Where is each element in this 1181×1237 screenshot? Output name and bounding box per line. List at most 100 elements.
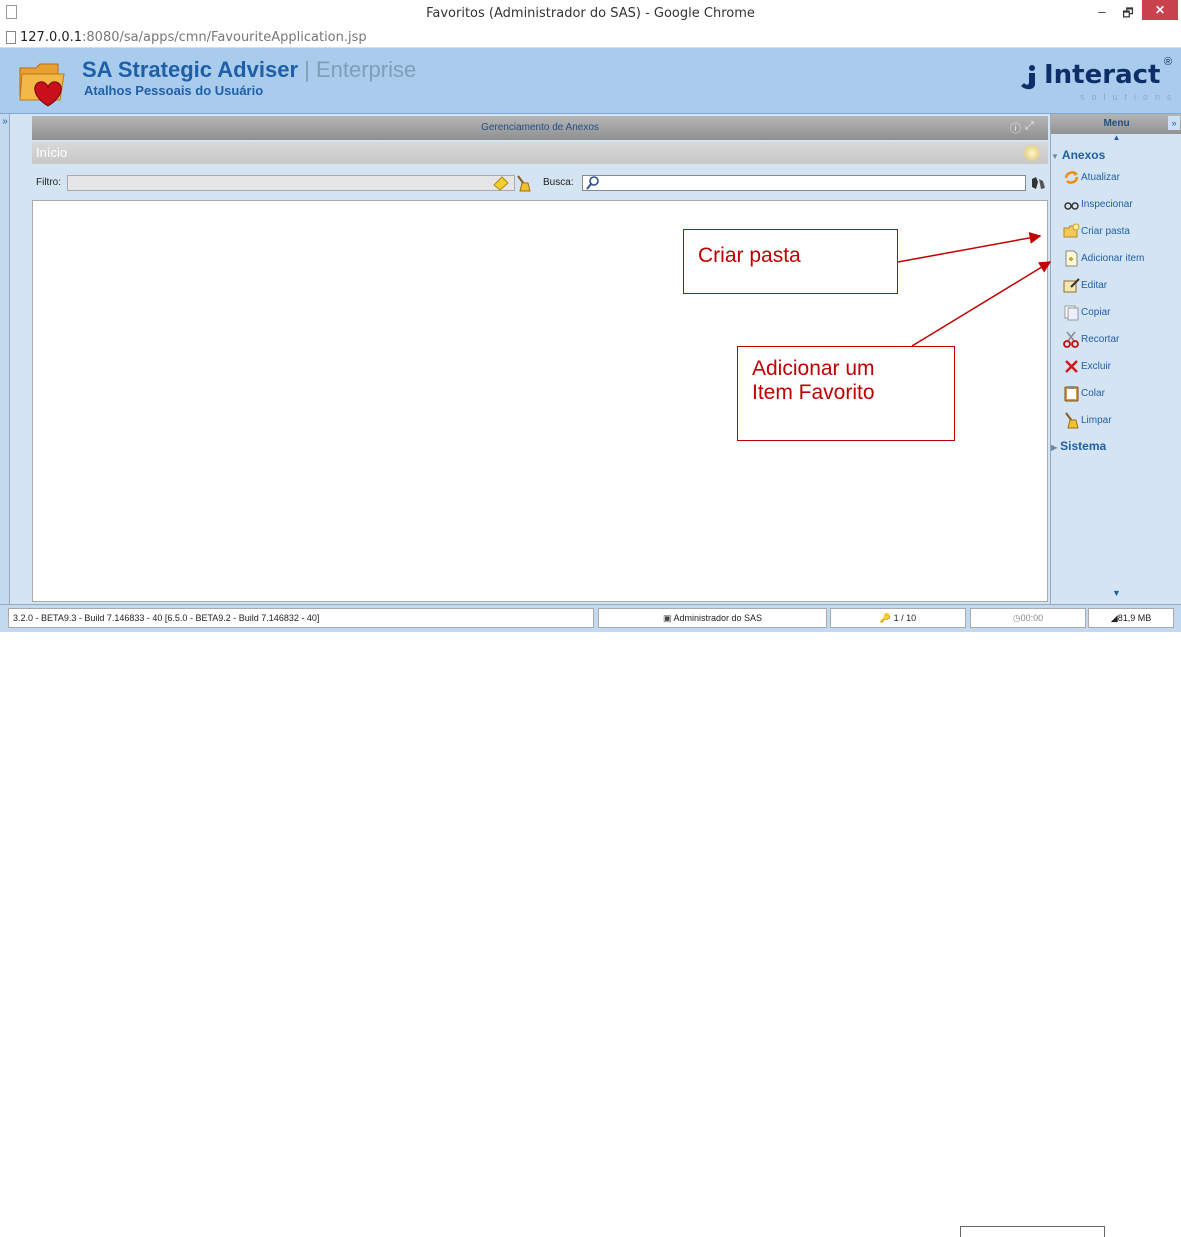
- menu-item-label: Excluir: [1081, 361, 1112, 372]
- url-host: 127.0.0.1: [20, 30, 83, 45]
- maximize-button[interactable]: 🗗: [1120, 4, 1136, 20]
- current-user[interactable]: ▣ Administrador do SAS: [598, 608, 827, 628]
- expand-left-panel-button[interactable]: »: [0, 116, 10, 128]
- menu-item-copiar[interactable]: Copiar: [1063, 302, 1173, 324]
- memory-usage: ◢81,9 MB: [1088, 608, 1174, 628]
- app-edition: Enterprise: [315, 57, 417, 82]
- popup-window-edge: [960, 1226, 1105, 1237]
- app-title: SA Strategic Adviser | Enterprise: [82, 57, 416, 83]
- search-label: Busca:: [543, 177, 574, 188]
- menu-item-label: Copiar: [1081, 307, 1111, 318]
- title-separator: |: [298, 57, 316, 82]
- menu-header: Menu »: [1051, 114, 1181, 134]
- copy-icon: [1064, 305, 1079, 321]
- menu-item-limpar[interactable]: Limpar: [1063, 410, 1173, 432]
- left-collapse-strip: »: [0, 114, 10, 604]
- filter-label: Filtro:: [36, 177, 61, 188]
- menu-item-label: Recortar: [1081, 334, 1120, 345]
- session-time: ◷00:00: [970, 608, 1086, 628]
- side-menu: Menu » ▲ ▼ Anexos Atualizar Inspecionar C…: [1050, 114, 1181, 604]
- session-count[interactable]: 🔑 1 / 10: [830, 608, 966, 628]
- binoculars-icon[interactable]: [1030, 175, 1046, 191]
- menu-item-recortar[interactable]: Recortar: [1063, 329, 1173, 351]
- search-icon[interactable]: [586, 176, 600, 190]
- version-info: 3.2.0 - BETA9.3 - Build 7.146833 - 40 [6…: [8, 608, 594, 628]
- time-value: 00:00: [1020, 613, 1044, 623]
- minimize-button[interactable]: –: [1094, 4, 1110, 20]
- panel-header: Gerenciamento de Anexos ⓘ ⤢: [32, 116, 1048, 140]
- brand-subtitle: solutions: [1080, 92, 1179, 102]
- menu-item-label: Inspecionar: [1081, 199, 1133, 210]
- annotation-text: Criar pasta: [698, 244, 801, 267]
- key-icon: 🔑: [879, 613, 894, 623]
- favorites-folder-logo: [19, 63, 65, 107]
- menu-group-sistema[interactable]: ▶ Sistema: [1051, 439, 1106, 453]
- annotation-adicionar-item: Adicionar um Item Favorito: [737, 346, 955, 441]
- refresh-icon: [1064, 171, 1079, 184]
- status-bar: 3.2.0 - BETA9.3 - Build 7.146833 - 40 [6…: [0, 604, 1181, 1237]
- menu-group-label: Anexos: [1061, 148, 1106, 162]
- collapse-menu-button[interactable]: »: [1168, 116, 1180, 130]
- brand-name: Interact: [1044, 60, 1161, 90]
- user-icon: ▣: [662, 613, 674, 623]
- panel-title: Gerenciamento de Anexos: [481, 122, 599, 133]
- menu-item-editar[interactable]: Editar: [1063, 275, 1173, 297]
- menu-scroll-up-button[interactable]: ▲: [1051, 134, 1181, 142]
- page-icon: [6, 31, 16, 44]
- apply-filter-icon[interactable]: [492, 175, 510, 191]
- menu-item-label: Atualizar: [1081, 172, 1120, 183]
- delete-icon: [1065, 360, 1078, 373]
- filter-bar: Filtro: Busca:: [32, 172, 1048, 194]
- browser-titlebar: Favoritos (Administrador do SAS) - Googl…: [0, 0, 1181, 28]
- clock-icon: ◷: [1012, 613, 1021, 623]
- menu-item-adicionar-item[interactable]: Adicionar item: [1063, 248, 1173, 270]
- annotation-text-line2: Item Favorito: [752, 381, 875, 404]
- menu-title: Menu: [1103, 118, 1130, 129]
- help-icon[interactable]: [1024, 145, 1040, 161]
- app-header: SA Strategic Adviser | Enterprise Atalho…: [0, 48, 1181, 114]
- collapsed-triangle-icon: ▶: [1051, 443, 1058, 452]
- search-input[interactable]: [582, 175, 1026, 191]
- clear-filter-broom-icon[interactable]: [515, 174, 531, 192]
- interact-mark-icon: [1021, 65, 1035, 90]
- document-add-icon: [1065, 250, 1078, 267]
- annotation-text-line1: Adicionar um: [752, 357, 875, 380]
- address-bar[interactable]: 127.0.0.1:8080/sa/apps/cmn/FavouriteAppl…: [0, 28, 1181, 48]
- menu-item-criar-pasta[interactable]: Criar pasta: [1063, 221, 1173, 243]
- menu-item-excluir[interactable]: Excluir: [1063, 356, 1173, 378]
- app-name: SA Strategic Adviser: [82, 57, 299, 82]
- memory-icon: ◢: [1110, 613, 1118, 623]
- menu-group-label: Sistema: [1060, 439, 1107, 453]
- url-text[interactable]: 127.0.0.1:8080/sa/apps/cmn/FavouriteAppl…: [20, 30, 367, 45]
- user-name: Administrador do SAS: [673, 613, 763, 623]
- url-path: :8080/sa/apps/cmn/FavouriteApplication.j…: [82, 30, 367, 45]
- broom-icon: [1065, 412, 1079, 429]
- menu-group-anexos[interactable]: ▼ Anexos: [1051, 148, 1105, 162]
- expand-icon[interactable]: ⤢: [1025, 120, 1034, 133]
- scissors-icon: [1063, 331, 1079, 348]
- menu-item-label: Criar pasta: [1081, 226, 1130, 237]
- menu-item-label: Adicionar item: [1081, 253, 1145, 264]
- glasses-icon: [1064, 202, 1079, 210]
- edit-icon: [1063, 278, 1080, 293]
- menu-item-label: Limpar: [1081, 415, 1112, 426]
- menu-scroll-down-button[interactable]: ▼: [1051, 588, 1181, 598]
- breadcrumb: Início: [32, 142, 1048, 164]
- expanded-triangle-icon: ▼: [1051, 152, 1059, 161]
- menu-item-inspecionar[interactable]: Inspecionar: [1063, 194, 1173, 216]
- memory-value: 81,9 MB: [1117, 613, 1152, 623]
- breadcrumb-home[interactable]: Início: [36, 145, 67, 160]
- app-subtitle: Atalhos Pessoais do Usuário: [84, 83, 264, 98]
- paste-icon: [1064, 386, 1079, 402]
- folder-new-icon: [1063, 223, 1080, 238]
- menu-item-colar[interactable]: Colar: [1063, 383, 1173, 405]
- session-value: 1 / 10: [893, 613, 917, 623]
- close-button[interactable]: ✕: [1142, 0, 1178, 20]
- menu-item-atualizar[interactable]: Atualizar: [1063, 167, 1173, 189]
- menu-item-label: Colar: [1081, 388, 1105, 399]
- filter-input[interactable]: [67, 175, 515, 191]
- window-title: Favoritos (Administrador do SAS) - Googl…: [426, 6, 755, 21]
- menu-item-label: Editar: [1081, 280, 1108, 291]
- info-icon[interactable]: ⓘ: [1010, 120, 1021, 136]
- interact-logo: Interact ® solutions: [1016, 56, 1181, 104]
